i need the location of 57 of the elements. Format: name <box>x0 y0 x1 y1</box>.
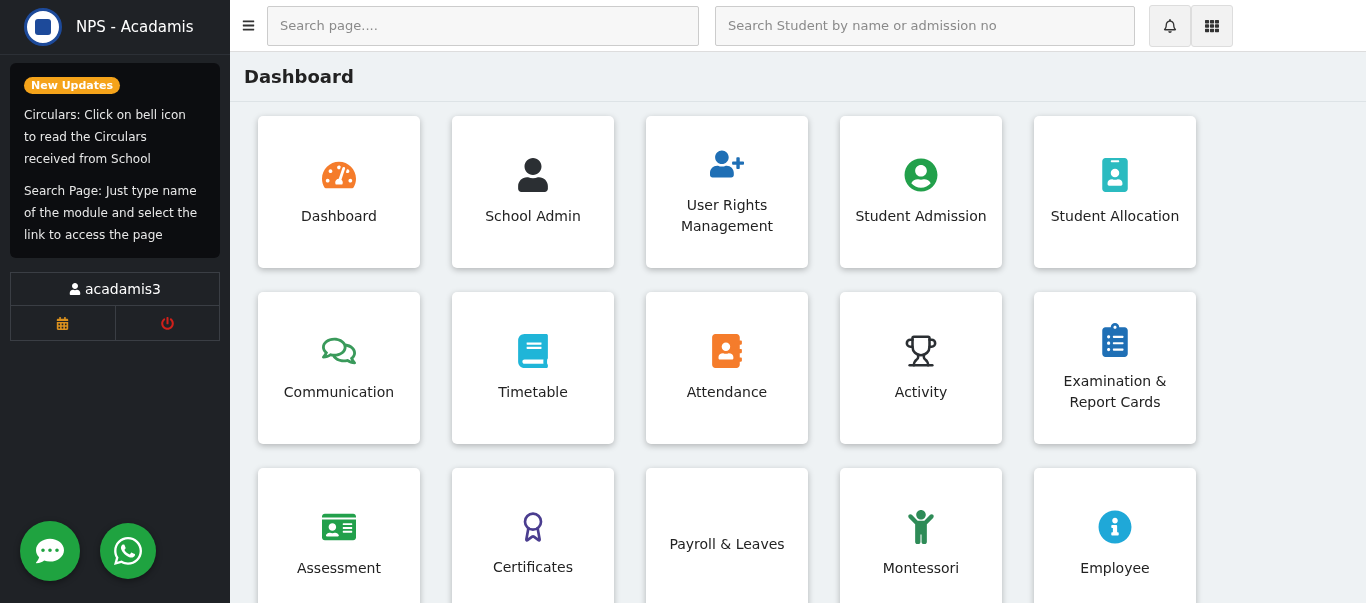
address-book-icon <box>710 333 744 368</box>
book-icon <box>516 333 550 368</box>
notifications-button[interactable] <box>1149 4 1191 47</box>
module-label: Student Admission <box>855 206 987 226</box>
school-logo <box>24 8 62 46</box>
module-label: Dashboard <box>301 206 377 226</box>
module-card[interactable]: School Admin <box>452 116 614 268</box>
module-card[interactable]: Payroll & Leaves <box>646 468 808 603</box>
module-card[interactable]: Timetable <box>452 292 614 444</box>
module-card[interactable]: Attendance <box>646 292 808 444</box>
page-title: Dashboard <box>230 52 1366 102</box>
power-icon <box>160 316 174 330</box>
module-label: School Admin <box>485 206 581 226</box>
module-label: Student Allocation <box>1050 206 1180 226</box>
page-search-field[interactable]: Search page.... <box>267 5 699 46</box>
info-icon <box>1098 509 1132 544</box>
module-card[interactable]: Dashboard <box>258 116 420 268</box>
module-label: Payroll & Leaves <box>669 534 785 554</box>
calendar-icon <box>56 316 70 330</box>
module-card[interactable]: User Rights Management <box>646 116 808 268</box>
user-icon <box>516 157 550 192</box>
module-card[interactable]: Student Admission <box>840 116 1002 268</box>
module-label: User Rights Management <box>679 196 775 236</box>
bell-icon <box>1163 18 1177 33</box>
module-label: Activity <box>894 382 948 402</box>
updates-badge: New Updates <box>24 77 121 94</box>
module-label: Attendance <box>686 382 768 402</box>
menu-icon[interactable] <box>242 19 255 32</box>
chat-button[interactable] <box>20 521 80 581</box>
whatsapp-button[interactable] <box>100 523 156 579</box>
module-label: Assessment <box>297 558 381 578</box>
student-search-field[interactable]: Search Student by name or admission no <box>715 5 1135 46</box>
update-text: Circulars: Click on bell icon to read the Circulars received from School <box>24 107 187 168</box>
module-label: Montessori <box>882 558 960 578</box>
module-card[interactable]: Examination & Report Cards <box>1034 292 1196 444</box>
module-card[interactable]: Activity <box>840 292 1002 444</box>
module-card[interactable]: Certificates <box>452 468 614 603</box>
chat-bubble-icon <box>36 537 64 565</box>
apps-grid-button[interactable] <box>1191 4 1233 47</box>
module-card[interactable]: Assessment <box>258 468 420 603</box>
user-icon <box>68 283 81 295</box>
module-label: Timetable <box>498 382 568 402</box>
module-label: Certificates <box>493 557 573 577</box>
module-label: Communication <box>283 382 395 402</box>
module-card[interactable]: Montessori <box>840 468 1002 603</box>
module-label: Examination & Report Cards <box>1062 372 1168 412</box>
user-plus-icon <box>710 147 744 181</box>
whatsapp-icon <box>112 535 144 567</box>
module-card[interactable]: Student Allocation <box>1034 116 1196 268</box>
trophy-icon <box>904 333 938 368</box>
module-label: Employee <box>1080 558 1150 578</box>
module-card[interactable]: Employee <box>1034 468 1196 603</box>
app-title: NPS - Acadamis <box>76 18 194 36</box>
update-text: Search Page: Just type name of the module and select the link to access the page <box>24 183 199 244</box>
grid-icon <box>1205 18 1219 33</box>
module-card[interactable]: Communication <box>258 292 420 444</box>
username: acadamis3 <box>84 281 162 297</box>
